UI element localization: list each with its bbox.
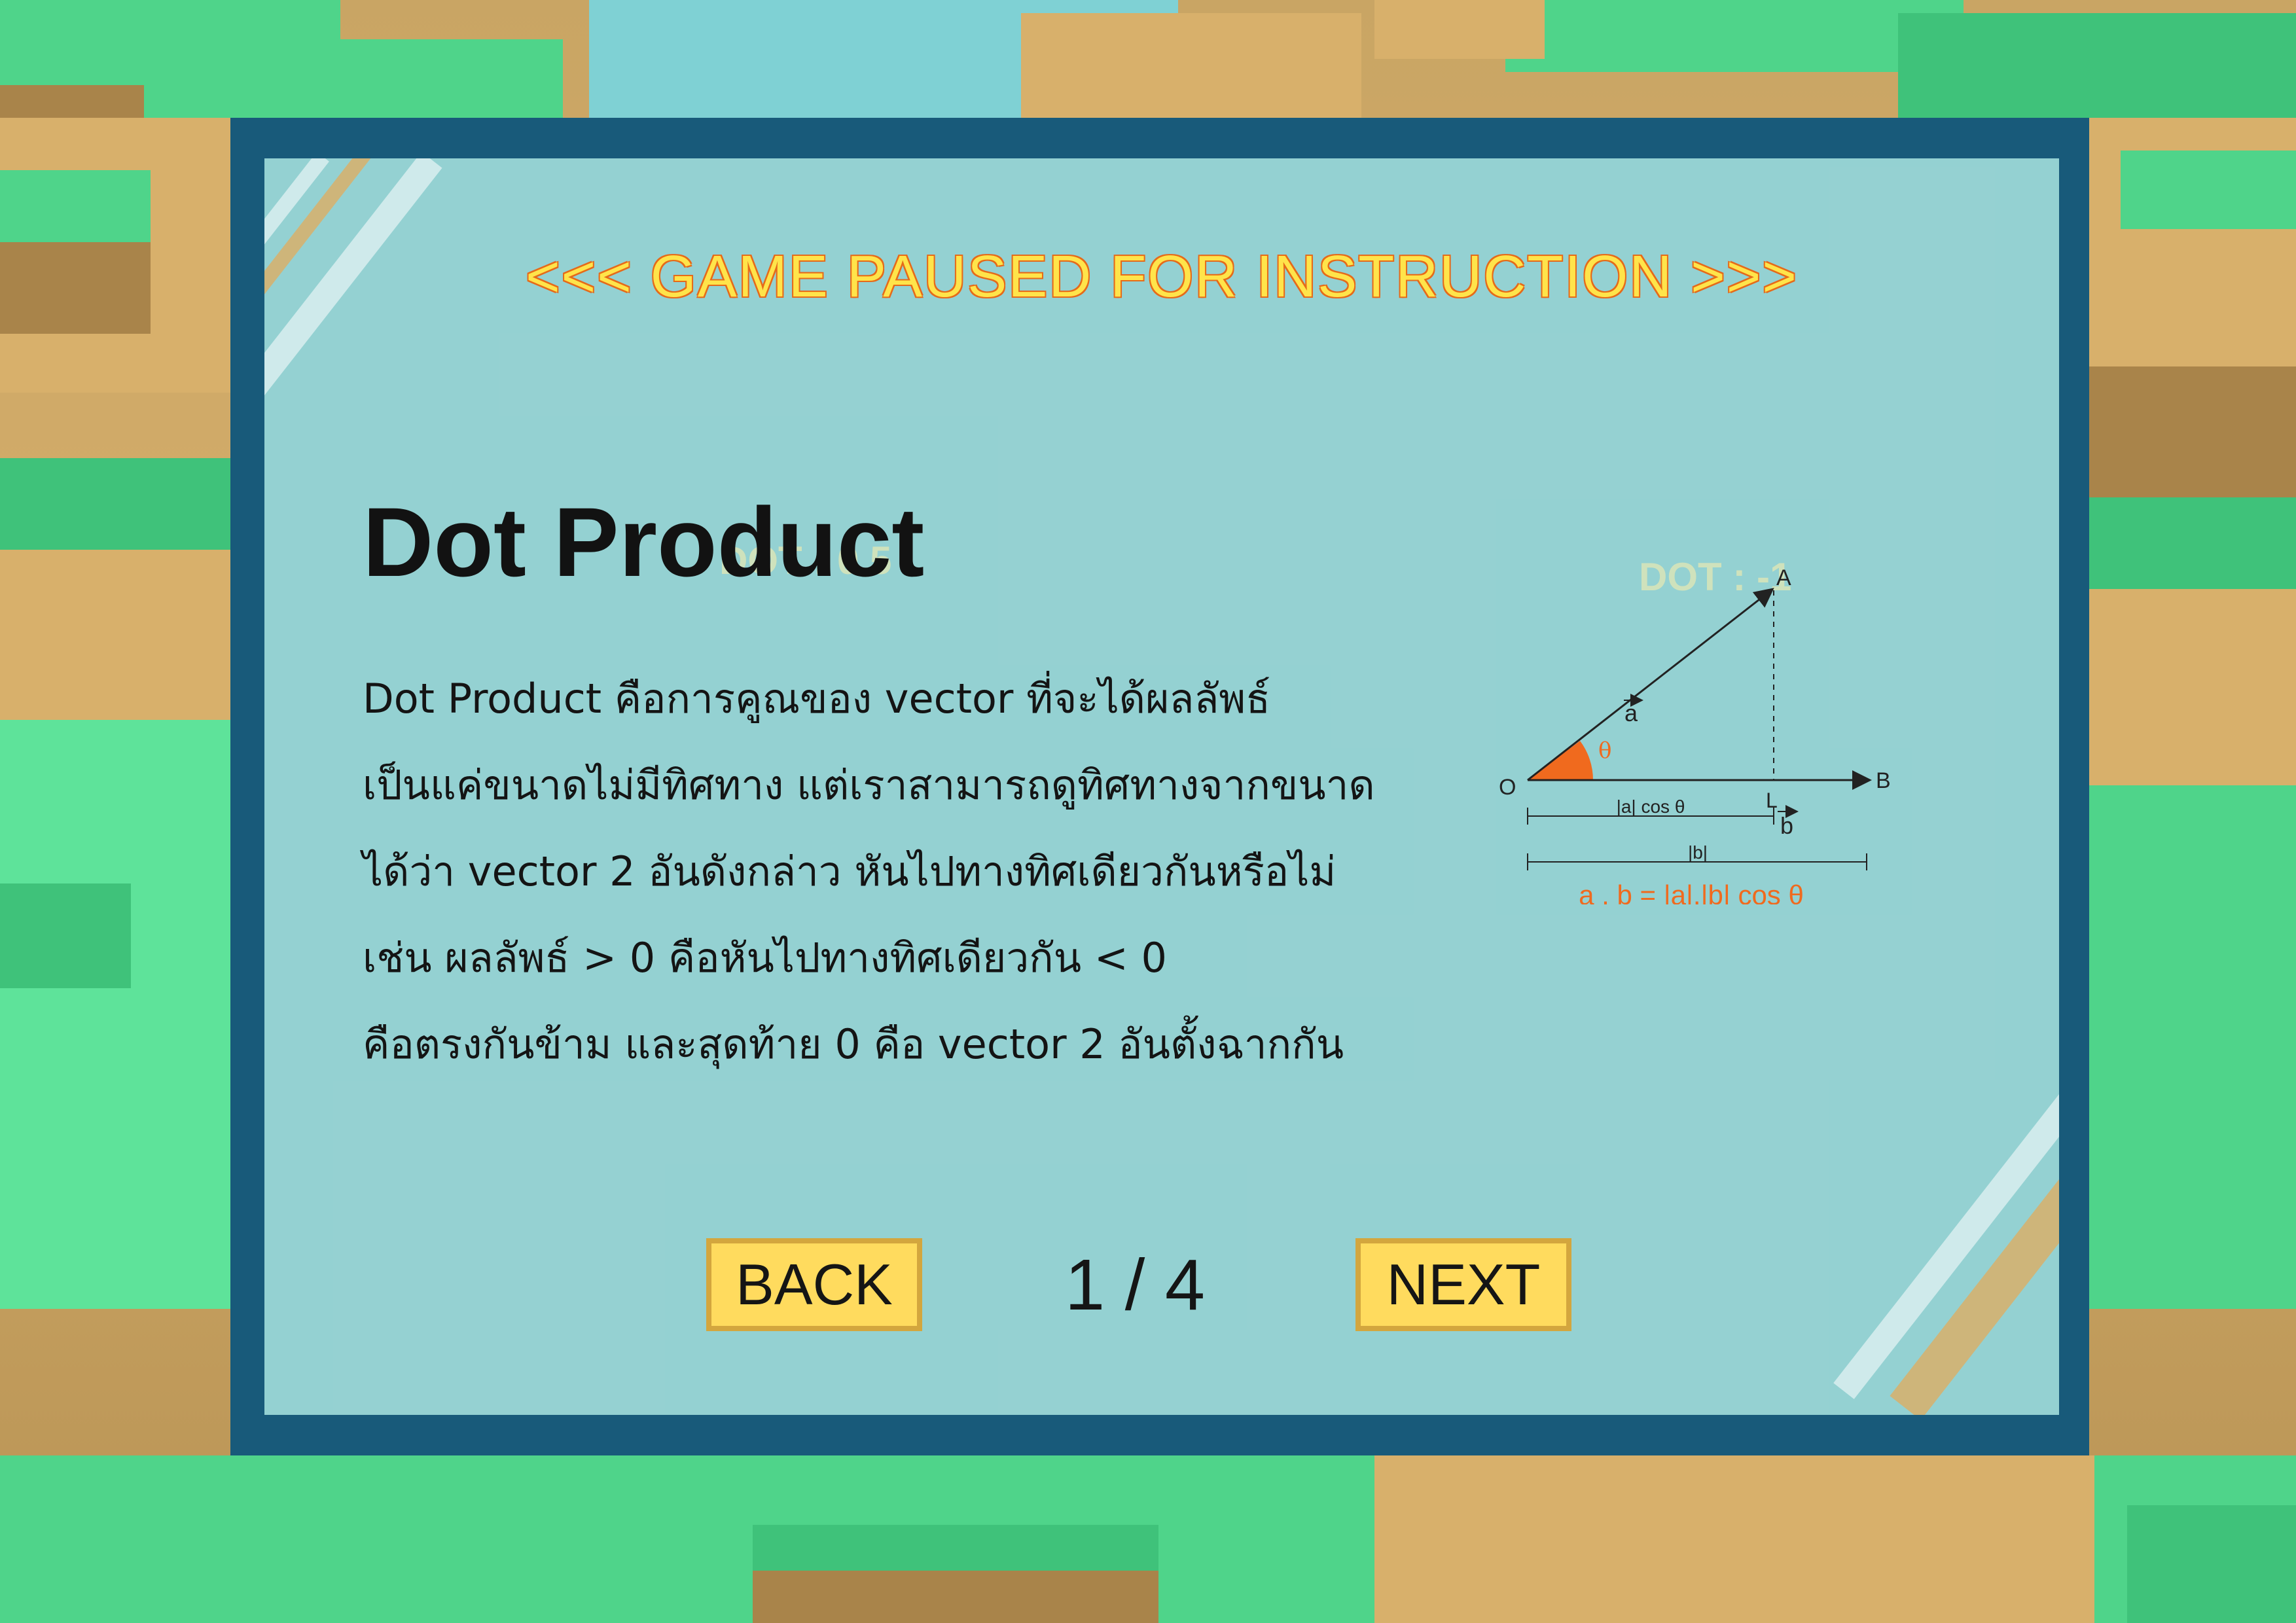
topic-title: Dot Product [363, 487, 925, 597]
explanation-line: เป็นแค่ขนาดไม่มีทิศทาง แต่เราสามารถดูทิศ… [363, 761, 1375, 809]
page-indicator: 1 / 4 [1064, 1244, 1206, 1325]
point-a-label: A [1776, 565, 1791, 590]
b-length-label: |b| [1688, 842, 1708, 863]
vector-a-label: a [1624, 700, 1638, 726]
projection-label: |a| cos θ [1617, 796, 1685, 817]
pagination-controls: BACK 1 / 4 NEXT [264, 1238, 2059, 1336]
angle-label: θ [1598, 738, 1611, 764]
next-button[interactable]: NEXT [1355, 1238, 1571, 1331]
vector-b-label: b [1780, 812, 1793, 839]
explanation-line: เช่น ผลลัพธ์ > 0 คือหันไปทางทิศเดียวกัน … [363, 934, 1167, 982]
explanation-line: ได้ว่า vector 2 อันดังกล่าว หันไปทางทิศเ… [363, 847, 1336, 895]
point-b-label: B [1876, 768, 1891, 793]
instruction-panel-content: DOT : 0.5 DOT : -1 <<< GAME PAUSED FOR I… [264, 158, 2059, 1415]
angle-wedge [1528, 741, 1593, 780]
explanation-text: Dot Product คือการคูณของ vector ที่จะได้… [363, 656, 1501, 1088]
dot-product-diagram: A B O L a b θ |a| cos θ |b| a . b = |a|.… [1499, 565, 1891, 904]
back-button[interactable]: BACK [706, 1238, 922, 1331]
explanation-line: คือตรงกันข้าม และสุดท้าย 0 คือ vector 2 … [363, 1020, 1344, 1068]
point-o-label: O [1499, 775, 1516, 800]
instruction-panel: DOT : 0.5 DOT : -1 <<< GAME PAUSED FOR I… [230, 118, 2089, 1455]
explanation-line: Dot Product คือการคูณของ vector ที่จะได้… [363, 675, 1271, 722]
vector-a-arrow [1527, 588, 1774, 781]
point-l-label: L [1766, 789, 1778, 812]
paused-banner: <<< GAME PAUSED FOR INSTRUCTION >>> [526, 244, 1798, 310]
dot-product-formula: a . b = |a|.|b| cos θ [1579, 880, 1804, 904]
